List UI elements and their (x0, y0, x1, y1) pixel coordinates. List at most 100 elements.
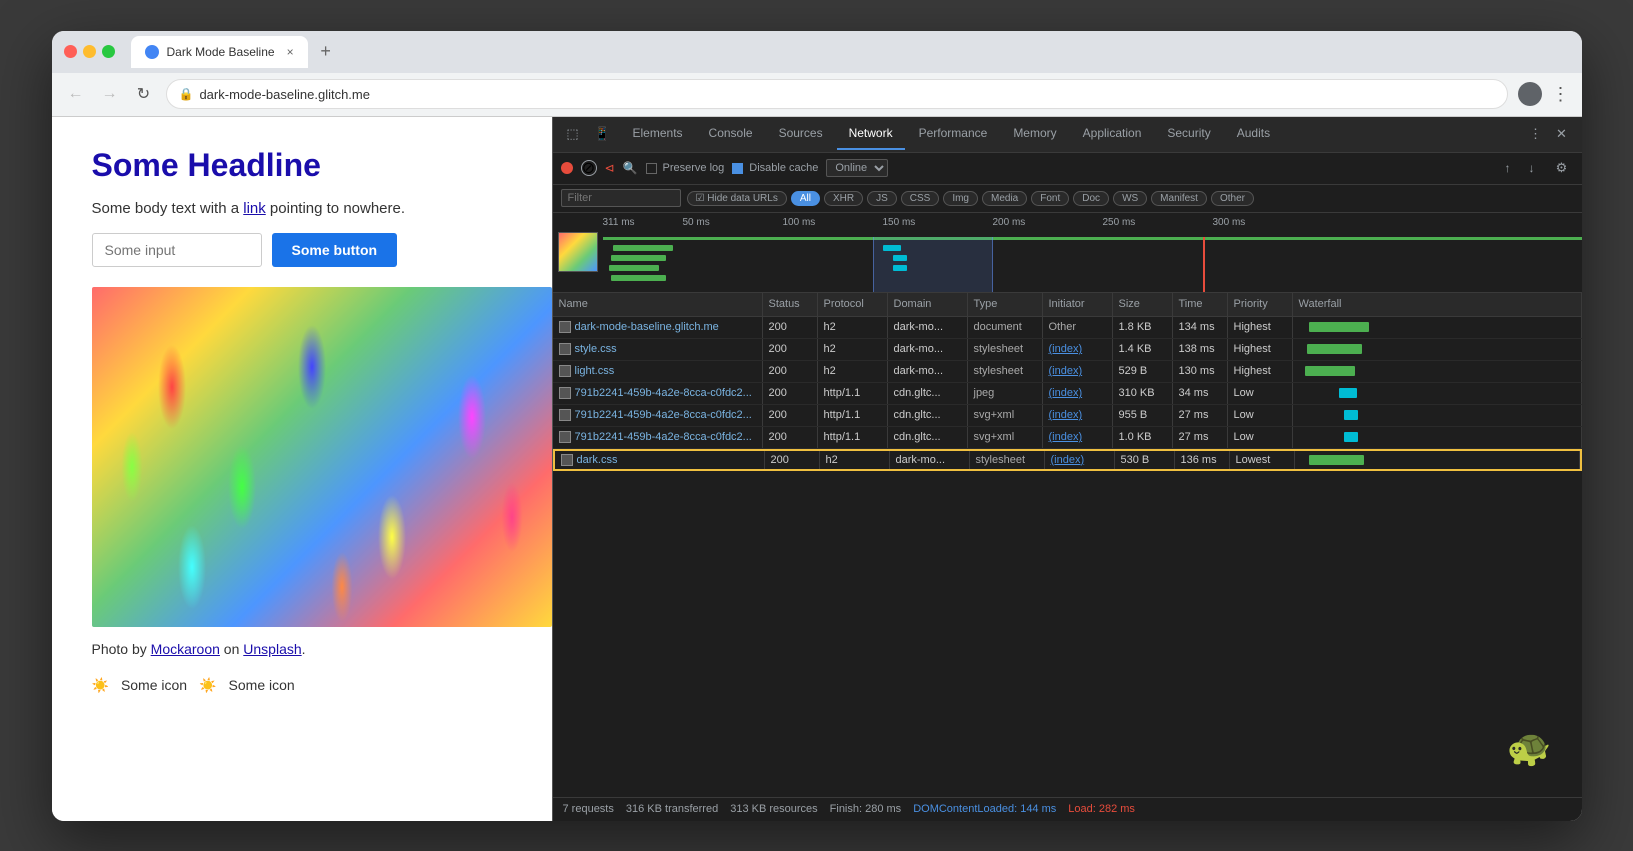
back-button[interactable]: ← (64, 82, 88, 106)
some-button[interactable]: Some button (272, 233, 398, 267)
close-devtools-button[interactable]: ✕ (1550, 122, 1574, 146)
col-waterfall-header: Waterfall (1293, 293, 1582, 316)
active-tab[interactable]: Dark Mode Baseline × (131, 36, 308, 68)
status-dom-content-loaded[interactable]: DOMContentLoaded: 144 ms (913, 803, 1056, 815)
import-export-buttons: ↑ ↓ (1498, 158, 1542, 178)
settings-button[interactable]: ⚙ (1550, 156, 1574, 180)
webpage-panel: Some Headline Some body text with a link… (52, 117, 552, 821)
preserve-log-checkbox[interactable] (646, 163, 657, 174)
menu-dots-button[interactable]: ⋮ (1552, 84, 1570, 105)
doc-chip[interactable]: Doc (1073, 191, 1109, 206)
clear-button[interactable]: ⊘ (581, 160, 597, 176)
devtools-controls: ⊘ ⊲ 🔍 Preserve log Disable cache Online … (553, 153, 1582, 185)
timeline-time-label: 311 ms (603, 217, 635, 228)
more-options-button[interactable]: ⋮ (1524, 122, 1548, 146)
media-chip[interactable]: Media (982, 191, 1027, 206)
table-row[interactable]: style.css 200 h2 dark-mo... stylesheet (… (553, 339, 1582, 361)
tab-application[interactable]: Application (1071, 118, 1154, 150)
throttle-select[interactable]: Online (826, 159, 888, 177)
table-row[interactable]: 791b2241-459b-4a2e-8cca-c0fdc2... 200 ht… (553, 383, 1582, 405)
export-button[interactable]: ↓ (1522, 158, 1542, 178)
hide-data-urls-chip[interactable]: ☑ Hide data URLs (687, 191, 787, 206)
traffic-lights (64, 45, 115, 58)
table-row[interactable]: 791b2241-459b-4a2e-8cca-c0fdc2... 200 ht… (553, 427, 1582, 449)
other-chip[interactable]: Other (1211, 191, 1254, 206)
forward-button[interactable]: → (98, 82, 122, 106)
page-body-text: Some body text with a link pointing to n… (92, 200, 512, 217)
tab-security[interactable]: Security (1155, 118, 1222, 150)
timeline-label-150ms: 150 ms (883, 217, 916, 228)
network-table[interactable]: Name Status Protocol Domain Type Initiat… (553, 293, 1582, 797)
ws-chip[interactable]: WS (1113, 191, 1147, 206)
col-initiator-header: Initiator (1043, 293, 1113, 316)
candy-image (92, 287, 552, 627)
tab-console[interactable]: Console (697, 118, 765, 150)
manifest-chip[interactable]: Manifest (1151, 191, 1207, 206)
tab-elements[interactable]: Elements (621, 118, 695, 150)
devtools-toolbar: ⬚ 📱 Elements Console Sources Network Per… (553, 117, 1582, 153)
network-rows: dark-mode-baseline.glitch.me 200 h2 dark… (553, 317, 1582, 471)
minimize-button[interactable] (83, 45, 96, 58)
mockaroon-link[interactable]: Mockaroon (151, 641, 220, 657)
xhr-chip[interactable]: XHR (824, 191, 863, 206)
disable-cache-checkbox[interactable] (732, 163, 743, 174)
sun-icon-2: ☀️ (199, 677, 216, 694)
font-chip[interactable]: Font (1031, 191, 1069, 206)
tab-sources[interactable]: Sources (767, 118, 835, 150)
new-tab-button[interactable]: + (312, 38, 340, 66)
filter-input[interactable] (561, 189, 681, 207)
tab-bar: Dark Mode Baseline × + (131, 36, 1570, 68)
tab-memory[interactable]: Memory (1001, 118, 1068, 150)
turtle-icon: 🐢 (1507, 727, 1552, 769)
tab-close-button[interactable]: × (287, 45, 294, 59)
css-chip[interactable]: CSS (901, 191, 940, 206)
col-protocol-header: Protocol (818, 293, 888, 316)
browser-window: Dark Mode Baseline × + ← → ↻ 🔒 dark-mode… (52, 31, 1582, 821)
timeline-bar-4 (883, 245, 901, 251)
all-chip[interactable]: All (791, 191, 820, 206)
icon-row: ☀️ Some icon ☀️ Some icon (92, 677, 512, 694)
tab-performance[interactable]: Performance (907, 118, 1000, 150)
timeline-green-bar (603, 237, 1582, 240)
inspect-element-button[interactable]: ⬚ (561, 122, 585, 146)
refresh-button[interactable]: ↻ (132, 82, 156, 106)
table-row[interactable]: dark.css 200 h2 dark-mo... stylesheet (i… (553, 449, 1582, 471)
timeline-red-marker (1203, 237, 1205, 292)
col-size-header: Size (1113, 293, 1173, 316)
content-area: Some Headline Some body text with a link… (52, 117, 1582, 821)
profile-icon[interactable] (1518, 82, 1542, 106)
timeline-label-100ms: 100 ms (783, 217, 816, 228)
lock-icon: 🔒 (179, 87, 194, 101)
some-input[interactable] (92, 233, 262, 267)
tab-audits[interactable]: Audits (1225, 118, 1282, 150)
body-text-after: pointing to nowhere. (266, 200, 405, 217)
devtools-statusbar: 7 requests 316 KB transferred 313 KB res… (553, 797, 1582, 821)
disable-cache-row: Disable cache (732, 162, 818, 174)
nowhere-link[interactable]: link (243, 200, 266, 217)
search-network-button[interactable]: 🔍 (623, 161, 638, 175)
icon-label-2: Some icon (229, 677, 295, 693)
timeline-bar-6 (893, 265, 907, 271)
photo-credit-middle: on (220, 641, 243, 657)
device-mode-button[interactable]: 📱 (591, 122, 615, 146)
hide-data-urls-check: ☑ (696, 193, 705, 204)
table-row[interactable]: 791b2241-459b-4a2e-8cca-c0fdc2... 200 ht… (553, 405, 1582, 427)
js-chip[interactable]: JS (867, 191, 897, 206)
filter-icon: ⊲ (605, 161, 615, 175)
table-row[interactable]: light.css 200 h2 dark-mo... stylesheet (… (553, 361, 1582, 383)
img-chip[interactable]: Img (943, 191, 978, 206)
import-button[interactable]: ↑ (1498, 158, 1518, 178)
fullscreen-button[interactable] (102, 45, 115, 58)
table-row[interactable]: dark-mode-baseline.glitch.me 200 h2 dark… (553, 317, 1582, 339)
close-button[interactable] (64, 45, 77, 58)
timeline-bar-7 (611, 275, 666, 281)
tab-network[interactable]: Network (837, 118, 905, 150)
record-button[interactable] (561, 162, 573, 174)
thumbnail-image (558, 232, 598, 272)
address-bar[interactable]: 🔒 dark-mode-baseline.glitch.me (166, 79, 1508, 109)
unsplash-link[interactable]: Unsplash (243, 641, 301, 657)
timeline-area: 311 ms 50 ms 100 ms 150 ms 200 ms 250 ms… (553, 213, 1582, 293)
table-header: Name Status Protocol Domain Type Initiat… (553, 293, 1582, 317)
timeline-label-300ms: 300 ms (1213, 217, 1246, 228)
devtools-panel: ⬚ 📱 Elements Console Sources Network Per… (552, 117, 1582, 821)
